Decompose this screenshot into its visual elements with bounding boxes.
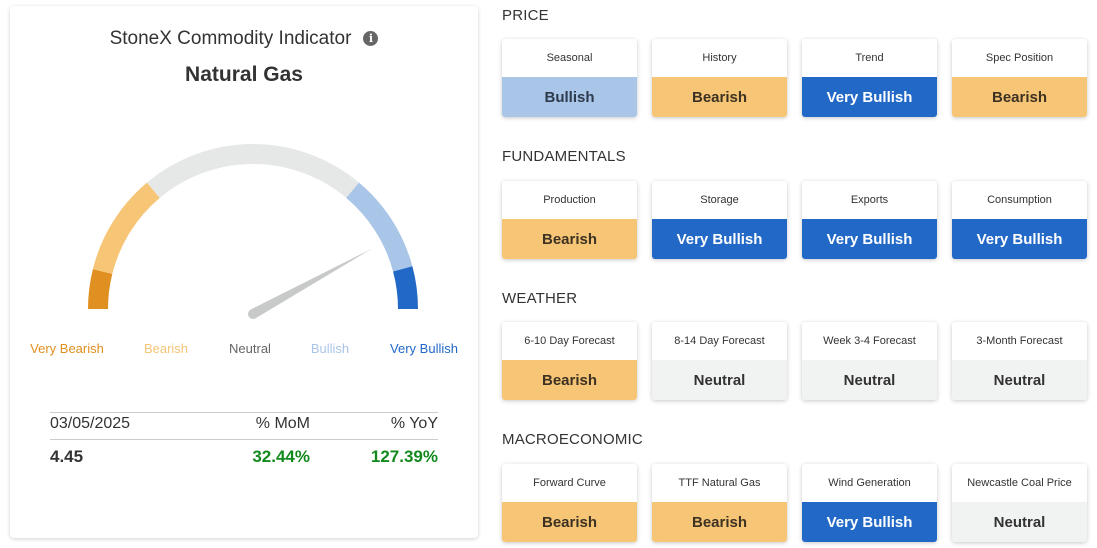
section-cards-fundamentals: Production Bearish Storage Very Bullish … (502, 181, 1087, 259)
stats-mom-value: 32.44% (252, 447, 310, 466)
gauge-segment-very-bearish (88, 269, 113, 310)
section-title-macroeconomic: MACROECONOMIC (502, 431, 643, 448)
stats-price: 4.45 (50, 447, 84, 466)
card-label: 3-Month Forecast (976, 334, 1063, 347)
card-label: Seasonal (546, 51, 593, 64)
card-3-month-forecast[interactable]: 3-Month Forecast Neutral (952, 322, 1087, 400)
card-spec-position[interactable]: Spec Position Bearish (952, 39, 1087, 117)
card-label: Consumption (987, 193, 1052, 206)
card-value: Very Bullish (952, 219, 1087, 259)
stats-value-row: 4.45 32.44% 127.39% (50, 440, 438, 467)
card-value: Bearish (502, 502, 637, 542)
card-value: Very Bullish (802, 502, 937, 542)
card-history[interactable]: History Bearish (652, 39, 787, 117)
card-value: Bearish (952, 77, 1087, 117)
scale-label-bearish: Bearish (143, 341, 189, 356)
card-6-10-day-forecast[interactable]: 6-10 Day Forecast Bearish (502, 322, 637, 400)
card-newcastle-coal-price[interactable]: Newcastle Coal Price Neutral (952, 464, 1087, 542)
gauge-segment-very-bullish (392, 266, 418, 310)
card-value: Neutral (802, 360, 937, 400)
scale-label-very-bullish: Very Bullish (390, 341, 458, 356)
section-cards-weather: 6-10 Day Forecast Bearish 8-14 Day Forec… (502, 322, 1087, 400)
card-8-14-day-forecast[interactable]: 8-14 Day Forecast Neutral (652, 322, 787, 400)
card-trend[interactable]: Trend Very Bullish (802, 39, 937, 117)
card-label: 6-10 Day Forecast (524, 334, 615, 347)
section-title-weather: WEATHER (502, 290, 578, 307)
stats-date: 03/05/2025 (50, 415, 131, 432)
stats-yoy-value: 127.39% (370, 447, 438, 466)
card-exports[interactable]: Exports Very Bullish (802, 181, 937, 259)
gauge-needle-hub (248, 309, 258, 319)
card-value: Neutral (652, 360, 787, 400)
card-value: Bearish (502, 360, 637, 400)
card-label: 8-14 Day Forecast (674, 334, 765, 347)
card-storage[interactable]: Storage Very Bullish (652, 181, 787, 259)
section-cards-macroeconomic: Forward Curve Bearish TTF Natural Gas Be… (502, 464, 1087, 542)
card-value: Bearish (652, 502, 787, 542)
card-value: Very Bullish (802, 219, 937, 259)
card-label: History (702, 51, 737, 64)
gauge-segment-neutral (146, 144, 360, 198)
card-label: Forward Curve (533, 476, 606, 489)
card-label: Spec Position (985, 51, 1054, 64)
scale-label-very-bearish: Very Bearish (30, 341, 104, 356)
card-value: Bullish (502, 77, 637, 117)
gauge (88, 144, 418, 319)
card-value: Bearish (502, 219, 637, 259)
price-stats: 03/05/2025 % MoM % YoY 4.45 32.44% 127.3… (50, 412, 438, 467)
card-label: Newcastle Coal Price (967, 476, 1072, 489)
gauge-segment-bearish (92, 182, 160, 275)
card-forward-curve[interactable]: Forward Curve Bearish (502, 464, 637, 542)
gauge-needle (250, 248, 373, 319)
card-week-3-4-forecast[interactable]: Week 3-4 Forecast Neutral (802, 322, 937, 400)
stats-mom-label: % MoM (255, 415, 310, 432)
card-value: Neutral (952, 360, 1087, 400)
card-consumption[interactable]: Consumption Very Bullish (952, 181, 1087, 259)
scale-label-neutral: Neutral (229, 341, 271, 356)
section-cards-price: Seasonal Bullish History Bearish Trend V… (502, 39, 1087, 117)
gauge-segment-bullish (346, 182, 413, 272)
card-label: Week 3-4 Forecast (823, 334, 916, 347)
card-value: Bearish (652, 77, 787, 117)
card-value: Very Bullish (802, 77, 937, 117)
card-value: Neutral (952, 502, 1087, 542)
indicator-panel: StoneX Commodity Indicator i Natural Gas … (10, 6, 478, 538)
card-label: Production (543, 193, 596, 206)
card-label: Trend (855, 51, 884, 64)
card-production[interactable]: Production Bearish (502, 181, 637, 259)
card-wind-generation[interactable]: Wind Generation Very Bullish (802, 464, 937, 542)
card-label: TTF Natural Gas (678, 476, 761, 489)
scale-label-bullish: Bullish (310, 341, 350, 356)
card-label: Exports (850, 193, 889, 206)
card-ttf-natural-gas[interactable]: TTF Natural Gas Bearish (652, 464, 787, 542)
gauge-scale-labels: Very Bearish Bearish Neutral Bullish Ver… (10, 341, 478, 361)
stats-yoy-label: % YoY (390, 415, 438, 432)
section-title-price: PRICE (502, 7, 549, 24)
stats-header-row: 03/05/2025 % MoM % YoY (50, 412, 438, 440)
card-value: Very Bullish (652, 219, 787, 259)
card-label: Wind Generation (828, 476, 911, 489)
card-seasonal[interactable]: Seasonal Bullish (502, 39, 637, 117)
section-title-fundamentals: FUNDAMENTALS (502, 148, 626, 165)
card-label: Storage (700, 193, 739, 206)
